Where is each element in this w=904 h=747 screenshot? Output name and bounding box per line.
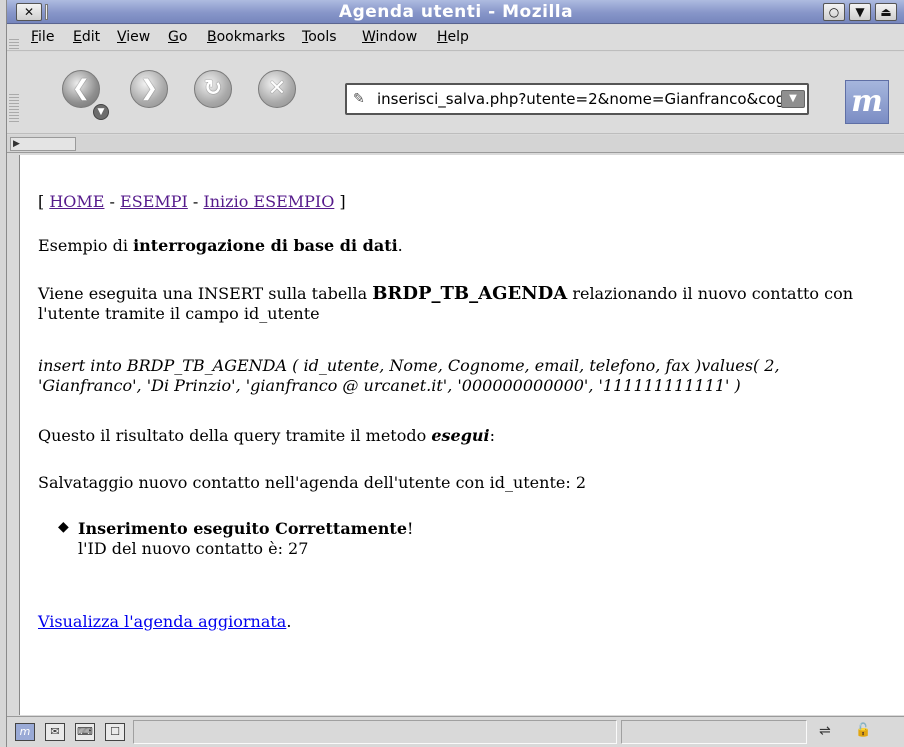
browser-window: ✕ Agenda utenti - Mozilla ○ ▼ ⏏ File Edi…: [6, 0, 904, 747]
save-status-text: Salvataggio nuovo contatto nell'agenda d…: [38, 473, 586, 492]
breadcrumb: [ HOME - ESEMPI - Inizio ESEMPIO ]: [38, 192, 346, 211]
sql-query-text: insert into BRDP_TB_AGENDA ( id_utente, …: [38, 356, 780, 395]
forward-button[interactable]: ❯: [130, 70, 168, 108]
back-history-dropdown[interactable]: ▼: [93, 104, 109, 120]
menu-bar-grip[interactable]: [9, 39, 19, 49]
shade-button[interactable]: ⏏: [875, 3, 897, 21]
view-agenda-paragraph: Visualizza l'agenda aggiornata.: [38, 612, 292, 631]
maximize-button[interactable]: ▼: [849, 3, 871, 21]
mozilla-throbber-logo[interactable]: m: [845, 80, 889, 124]
window-title: Agenda utenti - Mozilla: [338, 2, 574, 22]
stop-button[interactable]: ✕: [258, 70, 296, 108]
status-text-panel: [133, 720, 617, 744]
back-button[interactable]: ❮: [62, 70, 100, 108]
triangle-right-icon: ▶: [13, 139, 20, 149]
shade-icon: ⏏: [880, 5, 892, 19]
chevron-down-icon: ▼: [789, 93, 797, 104]
query-result-intro: Questo il risultato della query tramite …: [38, 426, 495, 445]
menu-go[interactable]: Go: [168, 29, 187, 45]
navigation-toolbar: ❮ ▼ ❯ ↻ ✕ ✎ inserisci_salva.php?utente=2…: [7, 52, 904, 134]
menu-bar: File Edit View Go Bookmarks Tools Window…: [7, 25, 904, 51]
toolbar-grip[interactable]: [9, 94, 19, 124]
esempi-link[interactable]: ESEMPI: [120, 192, 188, 211]
minimize-button[interactable]: ○: [823, 3, 845, 21]
url-dropdown-button[interactable]: ▼: [781, 90, 805, 108]
stop-icon: ✕: [267, 76, 287, 101]
chevron-down-icon: ▼: [97, 107, 105, 117]
back-arrow-icon: ❮: [71, 76, 91, 101]
menu-view[interactable]: View: [117, 29, 150, 45]
menu-help[interactable]: Help: [437, 29, 469, 45]
bullet-icon: ◆: [58, 519, 69, 535]
security-lock-icon[interactable]: 🔓: [855, 723, 871, 738]
menu-window[interactable]: Window: [362, 29, 417, 45]
new-contact-id: l'ID del nuovo contatto è: 27: [78, 539, 309, 558]
inizio-esempio-link[interactable]: Inizio ESEMPIO: [203, 192, 334, 211]
page-content: [ HOME - ESEMPI - Inizio ESEMPIO ] Esemp…: [19, 155, 904, 715]
url-input[interactable]: inserisci_salva.php?utente=2&nome=Gianfr…: [377, 90, 785, 108]
reload-icon: ↻: [203, 76, 223, 101]
reload-button[interactable]: ↻: [194, 70, 232, 108]
intro-paragraph: Esempio di interrogazione di base di dat…: [38, 236, 403, 255]
home-link[interactable]: HOME: [49, 192, 104, 211]
address-book-icon[interactable]: ☐: [105, 723, 125, 741]
insert-description: Viene eseguita una INSERT sulla tabella …: [38, 283, 854, 324]
menu-bookmarks[interactable]: Bookmarks: [207, 29, 285, 45]
navigator-icon[interactable]: m: [15, 723, 35, 741]
url-bar[interactable]: ✎ inserisci_salva.php?utente=2&nome=Gian…: [345, 83, 809, 115]
result-list-item: ◆ Inserimento eseguito Correttamente! l'…: [58, 519, 414, 558]
menu-file-rest: ile: [38, 29, 55, 45]
menu-tools[interactable]: Tools: [302, 29, 337, 45]
page-icon: ✎: [353, 91, 365, 107]
title-bar: ✕ Agenda utenti - Mozilla ○ ▼ ⏏: [7, 0, 904, 24]
menu-file[interactable]: File: [31, 29, 54, 45]
menu-edit[interactable]: Edit: [73, 29, 100, 45]
tab-strip: ▶: [7, 135, 904, 153]
mail-icon[interactable]: ✉: [45, 723, 65, 741]
progress-panel: [621, 720, 807, 744]
forward-arrow-icon: ❯: [139, 76, 159, 101]
online-connection-icon[interactable]: ⇌: [819, 723, 831, 739]
maximize-icon: ▼: [855, 5, 865, 19]
view-agenda-link[interactable]: Visualizza l'agenda aggiornata: [38, 612, 286, 631]
composer-icon[interactable]: ⌨: [75, 723, 95, 741]
success-message: Inserimento eseguito Correttamente: [78, 519, 407, 538]
status-bar: m ✉ ⌨ ☐ ⇌ 🔓: [7, 716, 904, 747]
tab-strip-toggle[interactable]: ▶: [10, 137, 76, 151]
minimize-icon: ○: [828, 5, 840, 19]
